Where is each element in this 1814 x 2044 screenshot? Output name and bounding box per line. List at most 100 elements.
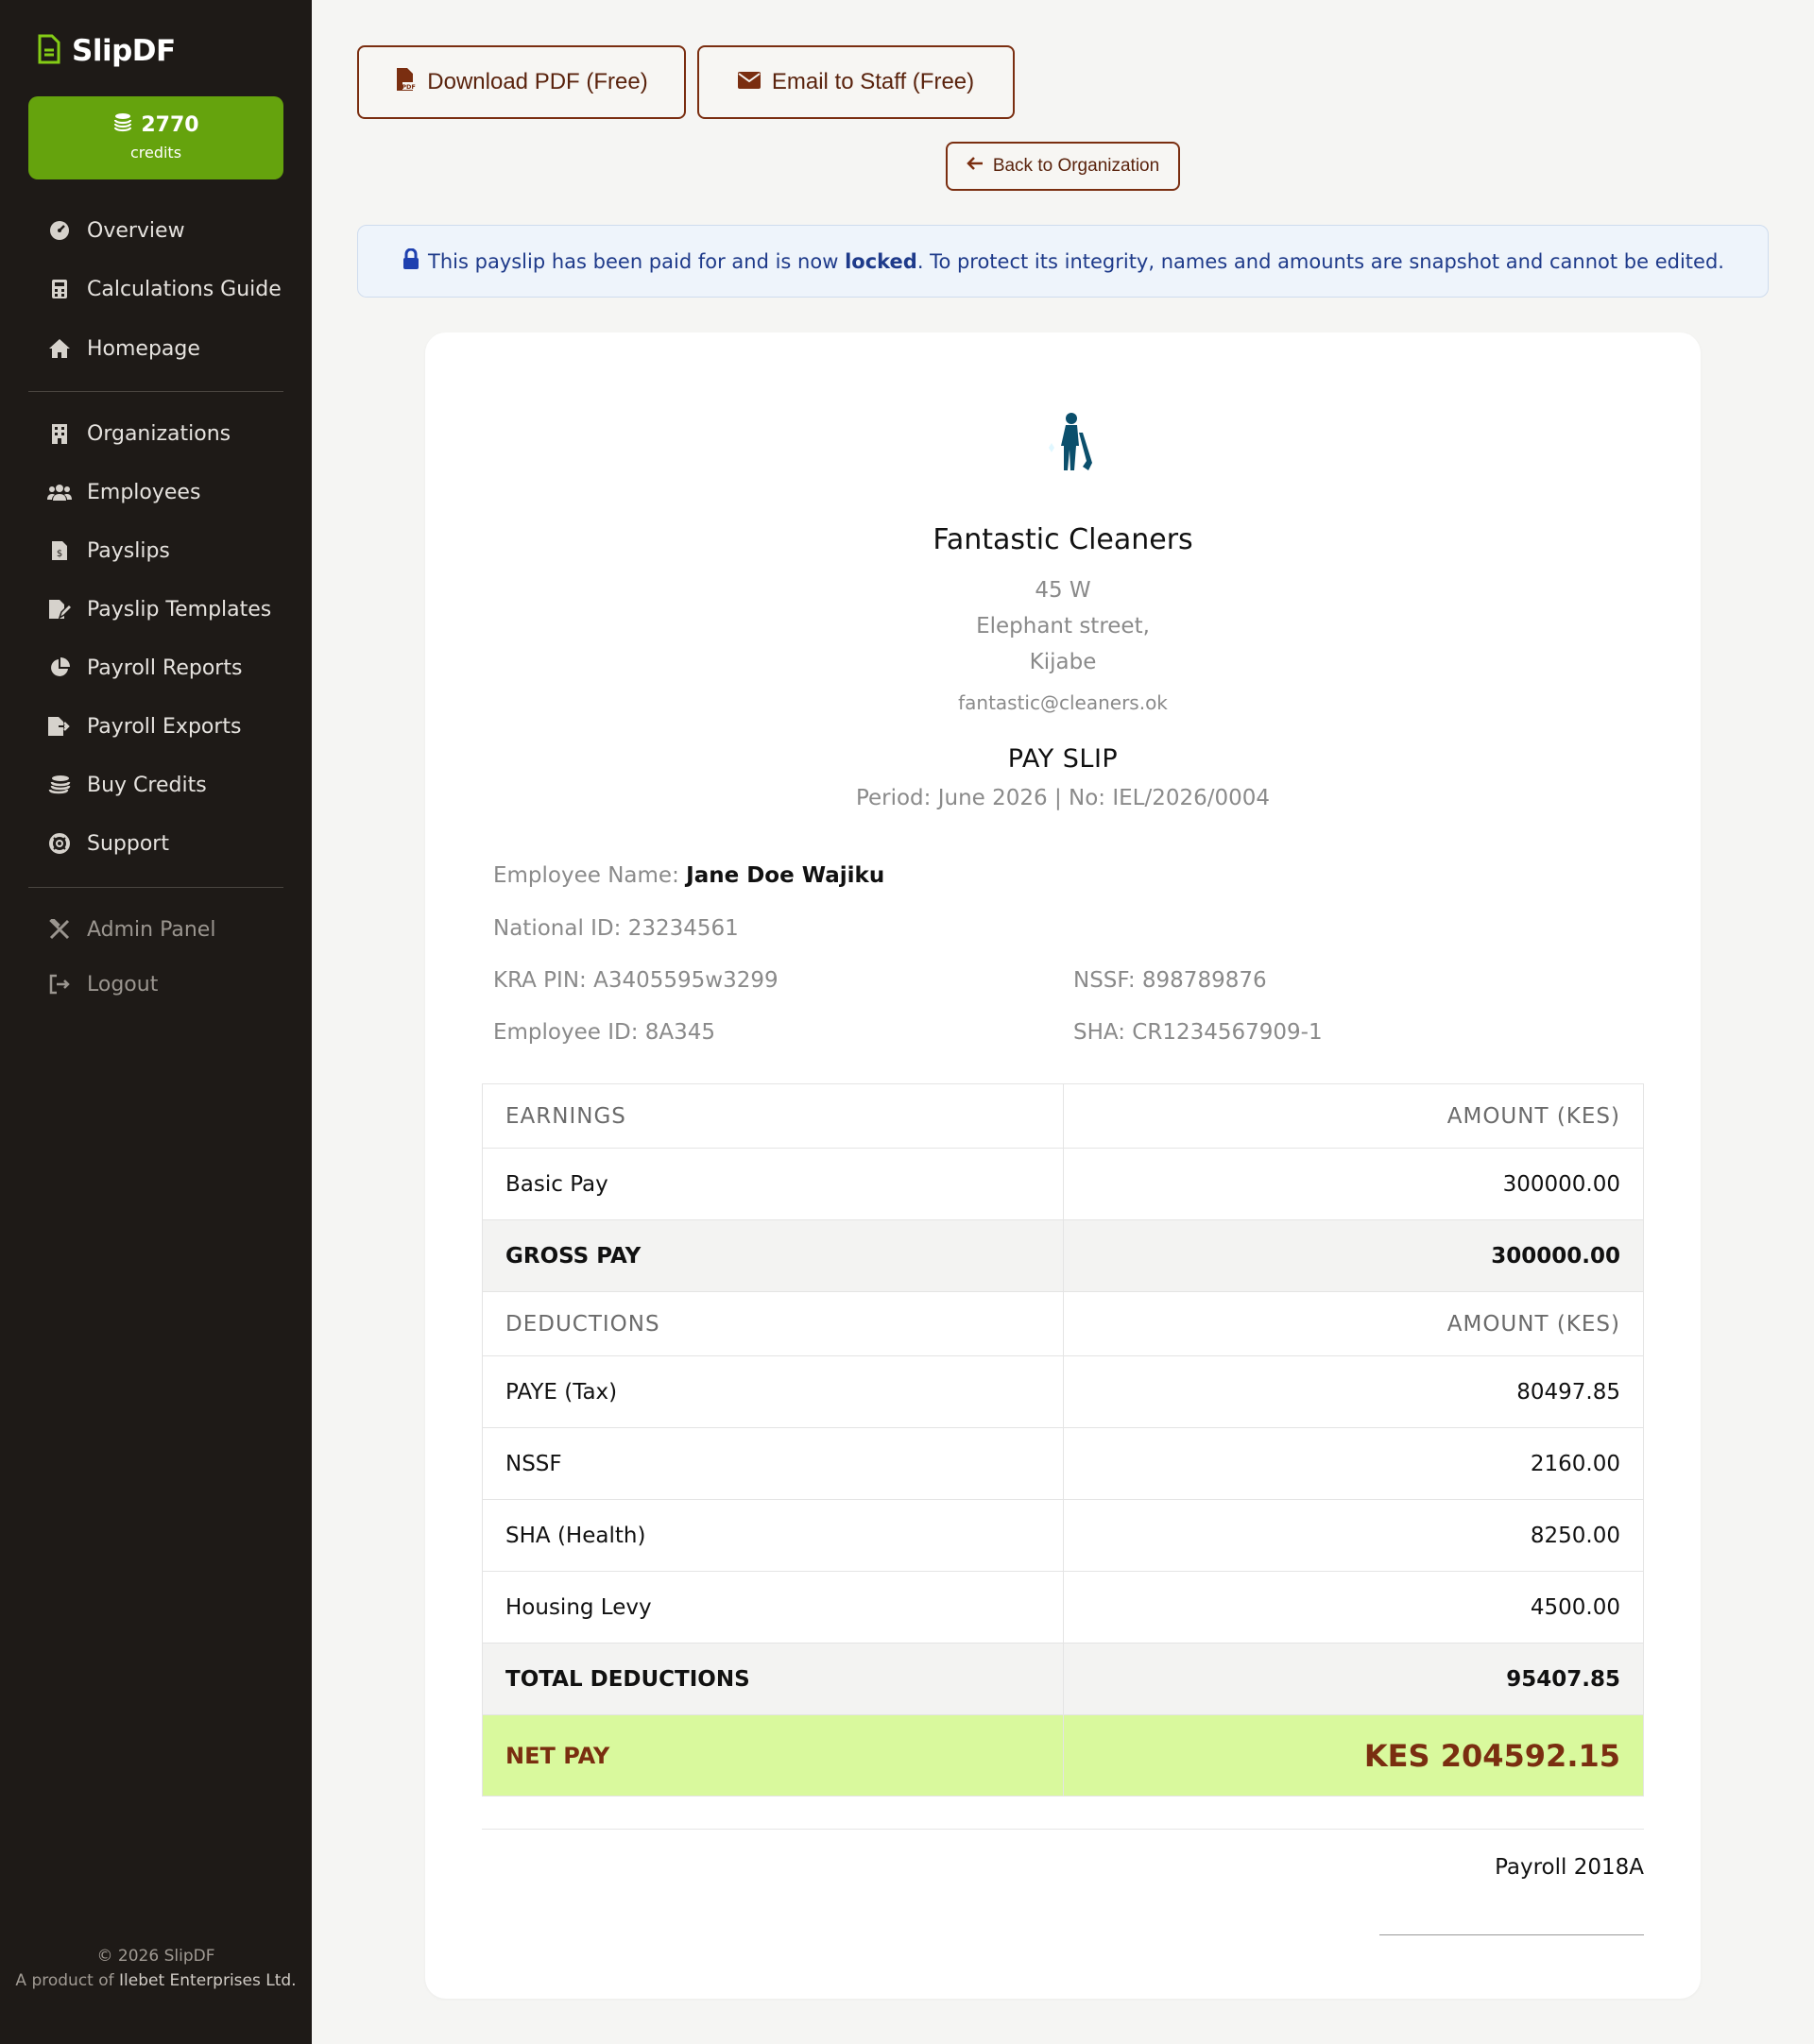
brand[interactable]: SlipDF (38, 34, 176, 68)
locked-notice-banner: This payslip has been paid for and is no… (357, 225, 1769, 298)
nav-overview[interactable]: Overview (47, 212, 185, 249)
table-row: PAYE (Tax) 80497.85 (482, 1355, 1644, 1428)
nav-label: Calculations Guide (87, 277, 282, 301)
payslip-title: PAY SLIP (1007, 744, 1119, 774)
nav-label: Admin Panel (87, 917, 216, 942)
nav-label: Payroll Reports (87, 656, 243, 680)
signatory-name: Payroll 2018A (1495, 1855, 1644, 1880)
nav-organizations[interactable]: Organizations (47, 415, 231, 452)
nav-support[interactable]: Support (47, 825, 169, 862)
gross-pay-amount: 300000.00 (1062, 1219, 1644, 1292)
sidebar: SlipDF 2770 credits Overview Calculation… (0, 0, 312, 2044)
employee-name-row: Employee Name: Jane Doe Wajiku (493, 863, 884, 888)
nav-logout[interactable]: Logout (47, 965, 158, 1003)
nav-label: Payslip Templates (87, 597, 272, 622)
employee-id: Employee ID: 8A345 (493, 1020, 716, 1045)
net-pay-amount: KES 204592.15 (1062, 1714, 1644, 1797)
deductions-header: DEDUCTIONS (482, 1291, 1064, 1356)
kra-pin: KRA PIN: A3405595w3299 (493, 968, 779, 993)
nav-admin-panel[interactable]: Admin Panel (47, 911, 215, 948)
file-edit-icon (47, 597, 72, 622)
payslip-card: Fantastic Cleaners 45 W Elephant street,… (425, 332, 1701, 1999)
employee-name: Jane Doe Wajiku (686, 863, 885, 888)
back-to-organization-button[interactable]: Back to Organization (946, 142, 1180, 191)
nav-employees[interactable]: Employees (47, 473, 200, 511)
banner-text-before: This payslip has been paid for and is no… (428, 249, 839, 273)
signature-line (1379, 1934, 1644, 1935)
deductions-header-row: DEDUCTIONS AMOUNT (KES) (482, 1291, 1644, 1356)
nav-label: Employees (87, 480, 201, 504)
tools-icon (47, 917, 72, 942)
earning-label: Basic Pay (482, 1148, 1064, 1220)
nav-label: Organizations (87, 421, 231, 446)
employee-name-label: Employee Name: (493, 863, 679, 888)
coins-icon (47, 773, 72, 797)
earnings-header-row: EARNINGS AMOUNT (KES) (482, 1083, 1644, 1149)
logout-icon (47, 972, 72, 996)
banner-text-after: . To protect its integrity, names and am… (916, 249, 1724, 273)
nav-payroll-exports[interactable]: Payroll Exports (47, 707, 242, 745)
lifebuoy-icon (47, 831, 72, 856)
nav-homepage[interactable]: Homepage (47, 330, 200, 367)
deduction-amount: 80497.85 (1062, 1355, 1644, 1428)
dashboard-icon (47, 218, 72, 243)
nav-payslip-templates[interactable]: Payslip Templates (47, 590, 271, 628)
footer-product-prefix: A product of (15, 1971, 114, 1990)
arrow-left-icon (967, 156, 984, 177)
nssf-number: NSSF: 898789876 (1073, 968, 1267, 993)
users-icon (47, 480, 72, 504)
credits-badge[interactable]: 2770 credits (28, 96, 283, 179)
earning-amount: 300000.00 (1062, 1148, 1644, 1220)
org-logo (425, 410, 1701, 485)
email-staff-label: Email to Staff (Free) (771, 69, 975, 94)
nav-label: Payroll Exports (87, 714, 242, 739)
sidebar-divider (28, 887, 283, 888)
download-pdf-label: Download PDF (Free) (427, 69, 648, 94)
lock-icon (402, 247, 420, 274)
home-icon (47, 336, 72, 361)
deduction-label: PAYE (Tax) (482, 1355, 1064, 1428)
payslip-table: EARNINGS AMOUNT (KES) Basic Pay 300000.0… (482, 1083, 1644, 1797)
deduction-label: NSSF (482, 1427, 1064, 1500)
building-icon (47, 421, 72, 446)
nav-payslips[interactable]: $ Payslips (47, 532, 170, 570)
total-deductions-amount: 95407.85 (1062, 1643, 1644, 1715)
envelope-icon (737, 69, 761, 95)
org-address-line1: 45 W (1035, 578, 1091, 603)
nav-calculations-guide[interactable]: Calculations Guide (47, 270, 282, 308)
download-pdf-button[interactable]: PDF Download PDF (Free) (357, 45, 686, 119)
nav-label: Overview (87, 218, 185, 243)
amount-header: AMOUNT (KES) (1062, 1291, 1644, 1356)
net-pay-row: NET PAY KES 204592.15 (482, 1714, 1644, 1797)
total-deductions-label: TOTAL DEDUCTIONS (482, 1643, 1064, 1715)
gross-pay-label: GROSS PAY (482, 1219, 1064, 1292)
org-address-line2: Elephant street, (976, 614, 1150, 639)
deduction-label: Housing Levy (482, 1571, 1064, 1644)
deduction-amount: 4500.00 (1062, 1571, 1644, 1644)
credits-label: credits (129, 144, 182, 162)
footer-divider (482, 1829, 1644, 1830)
amount-header: AMOUNT (KES) (1062, 1083, 1644, 1149)
gross-pay-row: GROSS PAY 300000.00 (482, 1219, 1644, 1292)
calculator-icon (47, 277, 72, 301)
nav-label: Buy Credits (87, 773, 207, 797)
back-label: Back to Organization (992, 156, 1160, 176)
banner-text-strong: locked (845, 249, 917, 273)
table-row: NSSF 2160.00 (482, 1427, 1644, 1500)
invoice-icon: $ (47, 538, 72, 563)
org-name: Fantastic Cleaners (933, 523, 1193, 556)
email-staff-button[interactable]: Email to Staff (Free) (697, 45, 1015, 119)
deduction-amount: 2160.00 (1062, 1427, 1644, 1500)
sidebar-divider (28, 391, 283, 392)
svg-text:$: $ (57, 549, 62, 559)
footer-copyright: © 2026 SlipDF (96, 1947, 215, 1966)
nav-buy-credits[interactable]: Buy Credits (47, 766, 207, 804)
sidebar-footer: © 2026 SlipDF A product of Ilebet Enterp… (0, 1944, 312, 1993)
nav-payroll-reports[interactable]: Payroll Reports (47, 649, 242, 687)
pie-chart-icon (47, 656, 72, 680)
svg-text:PDF: PDF (402, 83, 416, 91)
org-email: fantastic@cleaners.ok (958, 691, 1168, 714)
document-icon (38, 34, 60, 68)
nav-label: Homepage (87, 336, 200, 361)
footer-company: Ilebet Enterprises Ltd. (119, 1971, 297, 1990)
